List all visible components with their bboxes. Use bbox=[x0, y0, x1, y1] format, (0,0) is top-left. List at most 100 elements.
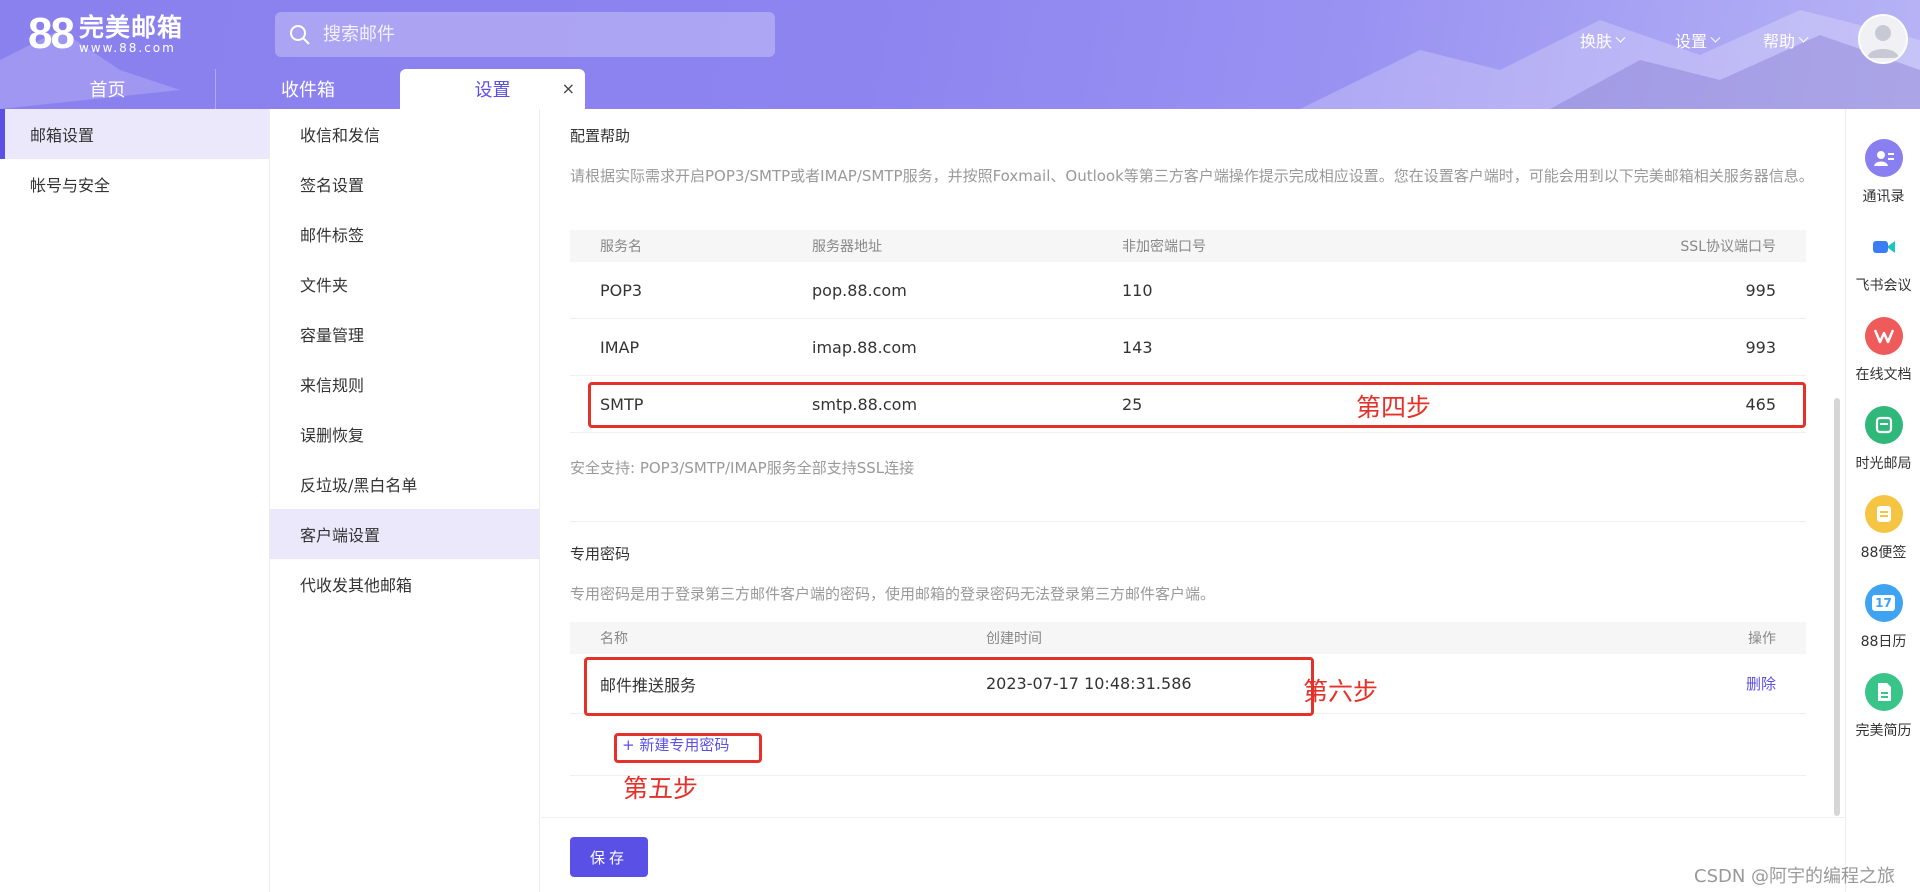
delete-link[interactable]: 删除 bbox=[1656, 673, 1806, 694]
table-header: 服务名 服务器地址 非加密端口号 SSL协议端口号 bbox=[570, 230, 1806, 262]
table-cell: POP3 bbox=[600, 280, 643, 300]
subnav-item-label: 收信和发信 bbox=[300, 126, 381, 145]
config-help-title: 配置帮助 bbox=[570, 127, 631, 145]
app-online-docs[interactable]: 在线文档 bbox=[1846, 317, 1920, 384]
subnav-item[interactable]: 文件夹 bbox=[270, 259, 539, 309]
subnav-item-client-settings[interactable]: 客户端设置 bbox=[270, 509, 539, 559]
subnav-item[interactable]: 容量管理 bbox=[270, 309, 539, 359]
column-header: SSL协议端口号 bbox=[1680, 239, 1776, 255]
avatar[interactable] bbox=[1858, 14, 1908, 64]
wps-icon bbox=[1864, 317, 1903, 355]
subnav-item-label: 邮件标签 bbox=[300, 226, 365, 245]
column-header: 名称 bbox=[600, 631, 628, 647]
app-label: 在线文档 bbox=[1855, 367, 1912, 383]
column-header: 非加密端口号 bbox=[1122, 239, 1206, 255]
sidebar-item-label: 邮箱设置 bbox=[30, 126, 95, 145]
app-88-calendar[interactable]: 17 88日历 bbox=[1846, 584, 1920, 651]
tab-settings[interactable]: 设置 × bbox=[400, 69, 585, 109]
skin-menu[interactable]: 换肤 bbox=[1580, 28, 1626, 52]
step4-highlight-box bbox=[588, 382, 1806, 428]
app-contacts[interactable]: 通讯录 bbox=[1846, 139, 1920, 206]
subnav-item[interactable]: 签名设置 bbox=[270, 159, 539, 209]
subnav-item-label: 反垃圾/黑白名单 bbox=[300, 476, 418, 495]
table-cell: 143 bbox=[1122, 337, 1153, 357]
subnav-item-label: 容量管理 bbox=[300, 326, 365, 345]
column-header: 创建时间 bbox=[986, 631, 1042, 647]
tab-label: 设置 bbox=[474, 80, 511, 101]
app-88-notes[interactable]: 88便签 bbox=[1846, 495, 1920, 562]
table-header: 名称 创建时间 操作 bbox=[570, 622, 1806, 654]
user-icon bbox=[1867, 25, 1899, 58]
main-scrollbar[interactable] bbox=[1834, 398, 1840, 816]
app-label: 通讯录 bbox=[1862, 189, 1905, 205]
logo-url: www.88.com bbox=[78, 40, 176, 55]
config-help-description: 请根据实际需求开启POP3/SMTP或者IMAP/SMTP服务，并按照Foxma… bbox=[570, 167, 1814, 185]
tab-label: 收件箱 bbox=[281, 80, 335, 101]
sidebar-item-account-security[interactable]: 帐号与安全 bbox=[0, 159, 269, 209]
resume-icon bbox=[1864, 673, 1903, 711]
csdn-watermark: CSDN @阿宇的编程之旅 bbox=[1694, 866, 1896, 887]
subnav-item-label: 代收发其他邮箱 bbox=[300, 576, 413, 595]
search-input[interactable] bbox=[323, 24, 743, 45]
sidebar-item-mailbox-settings[interactable]: 邮箱设置 bbox=[0, 109, 269, 159]
chevron-down-icon bbox=[1615, 32, 1626, 43]
app-perfect-resume[interactable]: 完美简历 bbox=[1846, 673, 1920, 740]
tab-inbox[interactable]: 收件箱 bbox=[215, 69, 400, 109]
subnav-item[interactable]: 收信和发信 bbox=[270, 109, 539, 159]
sidebar-item-label: 帐号与安全 bbox=[30, 176, 111, 195]
close-icon[interactable]: × bbox=[562, 79, 575, 98]
subnav-item[interactable]: 来信规则 bbox=[270, 359, 539, 409]
main-content: 配置帮助 请根据实际需求开启POP3/SMTP或者IMAP/SMTP服务，并按照… bbox=[541, 109, 1845, 892]
subnav-item[interactable]: 误删恢复 bbox=[270, 409, 539, 459]
logo-name: 完美邮箱 bbox=[78, 12, 183, 42]
column-header: 服务名 bbox=[600, 239, 642, 255]
app-label: 完美简历 bbox=[1855, 723, 1912, 739]
settings-menu[interactable]: 设置 bbox=[1675, 28, 1721, 52]
step4-annotation: 第四步 bbox=[1356, 393, 1432, 422]
save-button[interactable]: 保存 bbox=[570, 837, 648, 877]
column-header: 操作 bbox=[1748, 631, 1776, 647]
app-time-post[interactable]: 时光邮局 bbox=[1846, 406, 1920, 473]
settings-category-sidebar: 邮箱设置 帐号与安全 bbox=[0, 109, 270, 892]
subnav-item-label: 误删恢复 bbox=[300, 426, 365, 445]
subnav-item[interactable]: 邮件标签 bbox=[270, 209, 539, 259]
app-password-title: 专用密码 bbox=[570, 545, 631, 563]
table-row: POP3 pop.88.com 110 995 bbox=[570, 262, 1806, 319]
tab-home[interactable]: 首页 bbox=[0, 69, 215, 109]
subnav-item-label: 客户端设置 bbox=[300, 526, 381, 545]
skin-menu-label: 换肤 bbox=[1580, 32, 1613, 51]
search-icon bbox=[290, 24, 310, 45]
top-header: 88 完美邮箱 www.88.com 换肤 设置 帮助 首页 bbox=[0, 0, 1920, 109]
logo-number: 88 bbox=[28, 9, 75, 58]
table-cell: IMAP bbox=[600, 337, 640, 357]
table-cell: pop.88.com bbox=[812, 280, 907, 300]
table-cell: 993 bbox=[1745, 337, 1776, 357]
tab-label: 首页 bbox=[89, 80, 126, 101]
app-label: 88便签 bbox=[1860, 545, 1907, 561]
app-password-description: 专用密码是用于登录第三方邮件客户端的密码，使用邮箱的登录密码无法登录第三方邮件客… bbox=[570, 585, 1216, 603]
calendar-day: 17 bbox=[1872, 595, 1895, 611]
top-tabs: 首页 收件箱 设置 × bbox=[0, 69, 585, 109]
help-menu-label: 帮助 bbox=[1763, 32, 1796, 51]
step6-annotation: 第六步 bbox=[1303, 677, 1379, 706]
step6-highlight-box bbox=[584, 657, 1314, 716]
section-divider bbox=[570, 521, 1806, 522]
footer-divider bbox=[541, 817, 1845, 818]
table-row: IMAP imap.88.com 143 993 bbox=[570, 319, 1806, 376]
subnav-item-label: 来信规则 bbox=[300, 376, 365, 395]
chevron-down-icon bbox=[1798, 32, 1809, 43]
video-icon bbox=[1864, 228, 1903, 266]
app-label: 88日历 bbox=[1860, 634, 1907, 650]
mailbox-icon bbox=[1864, 406, 1903, 444]
subnav-item-label: 文件夹 bbox=[300, 276, 349, 295]
search-bar[interactable] bbox=[275, 12, 775, 57]
subnav-item[interactable]: 反垃圾/黑白名单 bbox=[270, 459, 539, 509]
brand-logo[interactable]: 88 完美邮箱 www.88.com bbox=[28, 12, 183, 56]
app-label: 飞书会议 bbox=[1855, 278, 1912, 294]
help-menu[interactable]: 帮助 bbox=[1763, 28, 1809, 52]
settings-subnav: 收信和发信 签名设置 邮件标签 文件夹 容量管理 来信规则 误删恢复 反垃圾/黑… bbox=[270, 109, 540, 892]
table-cell: imap.88.com bbox=[812, 337, 917, 357]
app-feishu-meeting[interactable]: 飞书会议 bbox=[1846, 228, 1920, 295]
subnav-item-label: 签名设置 bbox=[300, 176, 365, 195]
subnav-item[interactable]: 代收发其他邮箱 bbox=[270, 559, 539, 609]
